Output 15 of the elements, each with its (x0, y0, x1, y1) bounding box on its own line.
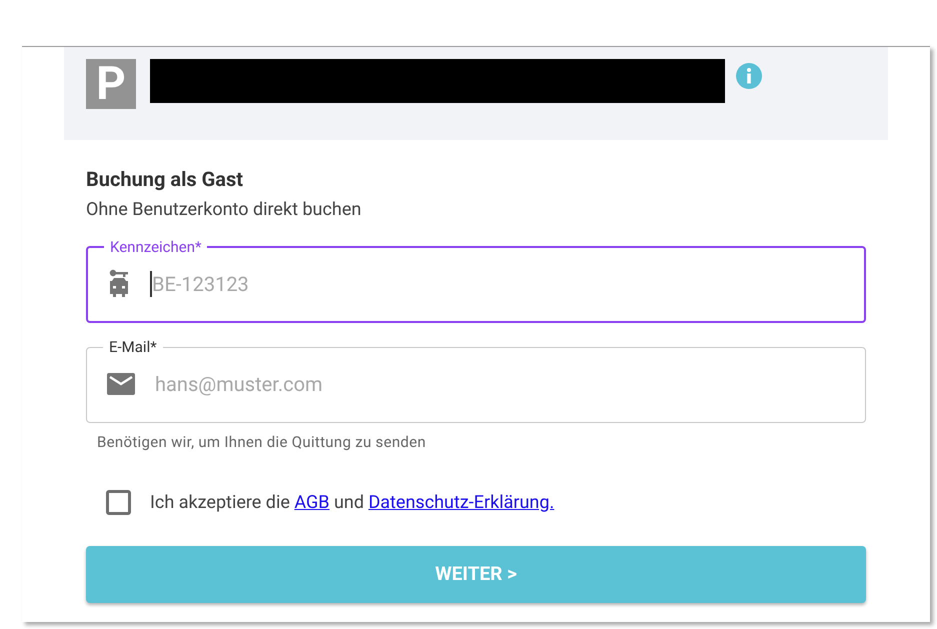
section-subtitle: Ohne Benutzerkonto direkt buchen (86, 198, 362, 222)
privacy-link[interactable]: Datenschutz-Erklärung. (368, 492, 554, 512)
envelope-icon (107, 373, 135, 395)
checkbox[interactable] (106, 490, 131, 514)
text-input[interactable]: BE-123123 (152, 269, 552, 299)
terms-link[interactable]: AGB (294, 492, 330, 512)
car-key-icon (108, 269, 130, 299)
helper-text: Benötigen wir, um Ihnen die Quittung zu senden (97, 432, 428, 453)
parking-logo: P (86, 59, 136, 109)
text-input[interactable]: hans@muster.com (155, 369, 555, 399)
field-label: Kennzeichen* (109, 237, 202, 257)
section-title: Buchung als Gast (86, 166, 244, 193)
consent-text: Ich akzeptiere die AGB und Datenschutz-Erklärung. (150, 490, 554, 514)
text-cursor (150, 271, 152, 297)
field-label: E-Mail* (108, 337, 158, 357)
